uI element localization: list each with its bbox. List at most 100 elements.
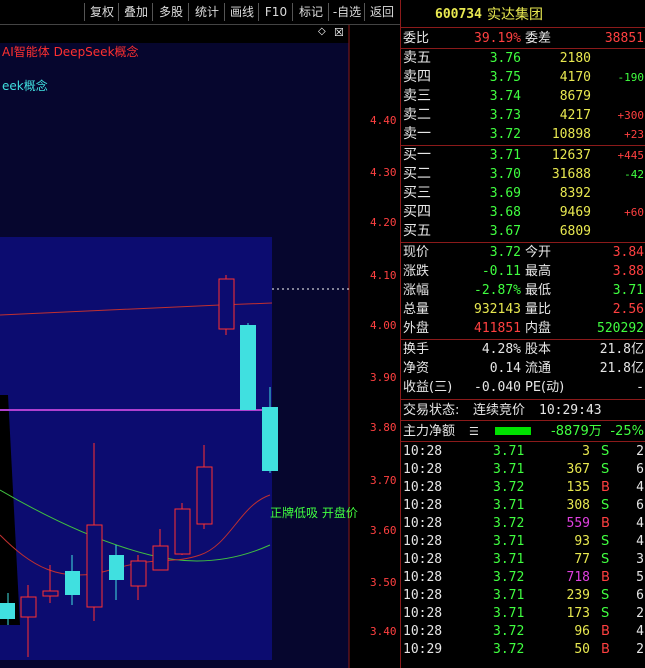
bids-label: 买四: [403, 204, 431, 220]
tick-time: 10:28: [403, 588, 443, 603]
tick-price: 3.72: [493, 480, 525, 495]
quote-label: 涨幅: [403, 283, 430, 298]
quote-row: 现价 3.72 今开 3.84: [401, 243, 645, 262]
tick-side: S: [601, 444, 610, 459]
bids-price: 3.68: [489, 205, 521, 220]
quote-value: -2.87%: [474, 283, 521, 298]
quote-label: 量比: [525, 302, 552, 317]
tick-row: 10:28 3.71 77 S 3: [401, 551, 645, 569]
list-icon[interactable]: ☰: [469, 422, 479, 441]
bids-row[interactable]: 买四 3.68 9469 +60: [401, 203, 645, 222]
quote-row: 总量 932143 量比 2.56: [401, 300, 645, 319]
tick-volume: 239: [566, 588, 590, 603]
tick-count: 4: [636, 480, 644, 495]
tick-volume: 718: [566, 570, 590, 585]
tick-price: 3.71: [493, 462, 525, 477]
tick-price: 3.71: [493, 534, 525, 549]
close-icon[interactable]: ☒: [334, 26, 344, 39]
bids-change: +445: [617, 149, 645, 162]
fund-value: 0.14: [489, 361, 521, 376]
tick-time: 10:28: [403, 516, 443, 531]
tick-count: 2: [636, 642, 644, 657]
draw-line-button[interactable]: 画线: [224, 3, 259, 21]
fund-value: 4.28%: [481, 342, 521, 357]
price-tick: 4.40: [370, 114, 397, 127]
fund-value: -: [636, 380, 644, 395]
bids-row[interactable]: 买二 3.70 31688 -42: [401, 165, 645, 184]
weibi-row: 委比 39.19% 委差 38851: [401, 29, 645, 48]
quote-label: 内盘: [525, 321, 552, 336]
kline-chart[interactable]: ◇ ☒ AI智能体 DeepSeek概念 eek概念 正牌低吸 开盘价 4.40…: [0, 25, 400, 668]
tick-row: 10:28 3.71 173 S 2: [401, 605, 645, 623]
quote-row: 涨跌 -0.11 最高 3.88: [401, 262, 645, 281]
quote-label: 涨跌: [403, 264, 430, 279]
trade-status-row: 交易状态: 连续竞价 10:29:43: [401, 401, 645, 420]
tick-count: 3: [636, 552, 644, 567]
asks-row[interactable]: 卖一 3.72 10898 +23: [401, 125, 645, 144]
price-tick: 3.60: [370, 524, 397, 537]
bids-label: 买五: [403, 223, 431, 239]
quote-label: 最低: [525, 283, 552, 298]
tick-volume: 50: [574, 642, 590, 657]
tick-volume: 367: [566, 462, 590, 477]
bids-volume: 8392: [559, 186, 591, 201]
asks-row[interactable]: 卖三 3.74 8679: [401, 87, 645, 106]
quote-label: 最高: [525, 264, 552, 279]
mark-button[interactable]: 标记: [292, 3, 329, 21]
asks-label: 卖三: [403, 88, 431, 104]
tick-time: 10:28: [403, 534, 443, 549]
price-tick: 3.70: [370, 474, 397, 487]
tick-count: 4: [636, 516, 644, 531]
stock-header: 600734 实达集团: [401, 4, 645, 26]
tick-side: S: [601, 534, 610, 549]
quote-label: 外盘: [403, 321, 430, 336]
bids-label: 买二: [403, 166, 431, 182]
tick-price: 3.71: [493, 588, 525, 603]
remove-watchlist-button[interactable]: -自选: [328, 3, 365, 21]
bids-price: 3.69: [489, 186, 521, 201]
bids-volume: 9469: [559, 205, 591, 220]
tick-side: S: [601, 462, 610, 477]
tick-time: 10:28: [403, 444, 443, 459]
price-tick: 3.50: [370, 576, 397, 589]
main-flow-bar: [495, 427, 531, 435]
bids-price: 3.70: [489, 167, 521, 182]
tick-price: 3.71: [493, 444, 525, 459]
tick-volume: 77: [574, 552, 590, 567]
weibi-value: 39.19%: [474, 31, 521, 46]
bids-volume: 12637: [551, 148, 591, 163]
asks-volume: 4217: [559, 108, 591, 123]
tick-side: B: [601, 480, 610, 495]
tick-time: 10:28: [403, 498, 443, 513]
tick-count: 4: [636, 534, 644, 549]
asks-label: 卖一: [403, 126, 431, 142]
multi-stock-button[interactable]: 多股: [152, 3, 189, 21]
tick-time: 10:28: [403, 462, 443, 477]
diamond-icon[interactable]: ◇: [318, 26, 326, 37]
bids-row[interactable]: 买三 3.69 8392: [401, 184, 645, 203]
overlay-button[interactable]: 叠加: [118, 3, 153, 21]
bids-label: 买一: [403, 147, 431, 163]
asks-row[interactable]: 卖二 3.73 4217 +300: [401, 106, 645, 125]
tick-side: S: [601, 588, 610, 603]
back-button[interactable]: 返回: [364, 3, 399, 21]
annotation-label: 正牌低吸 开盘价: [270, 506, 358, 520]
tick-count: 6: [636, 462, 644, 477]
quote-value: 3.88: [612, 264, 644, 279]
f10-button[interactable]: F10: [258, 3, 293, 21]
quote-panel: 600734 实达集团 委比 39.19% 委差 38851 卖五 3.76 218…: [400, 0, 645, 668]
asks-price: 3.75: [489, 70, 521, 85]
statistics-button[interactable]: 统计: [188, 3, 225, 21]
bids-row[interactable]: 买一 3.71 12637 +445: [401, 146, 645, 165]
bids-price: 3.71: [489, 148, 521, 163]
bids-row[interactable]: 买五 3.67 6809: [401, 222, 645, 241]
tick-row: 10:28 3.71 367 S 6: [401, 461, 645, 479]
restore-rights-button[interactable]: 复权: [84, 3, 119, 21]
asks-row[interactable]: 卖四 3.75 4170 -190: [401, 68, 645, 87]
tick-row: 10:28 3.72 718 B 5: [401, 569, 645, 587]
asks-row[interactable]: 卖五 3.76 2180: [401, 49, 645, 68]
weicha-label: 委差: [525, 31, 552, 46]
tick-side: S: [601, 498, 610, 513]
tick-time: 10:28: [403, 552, 443, 567]
chart-toolbar: 复权 叠加 多股 统计 画线 F10 标记 -自选 返回: [0, 0, 400, 25]
